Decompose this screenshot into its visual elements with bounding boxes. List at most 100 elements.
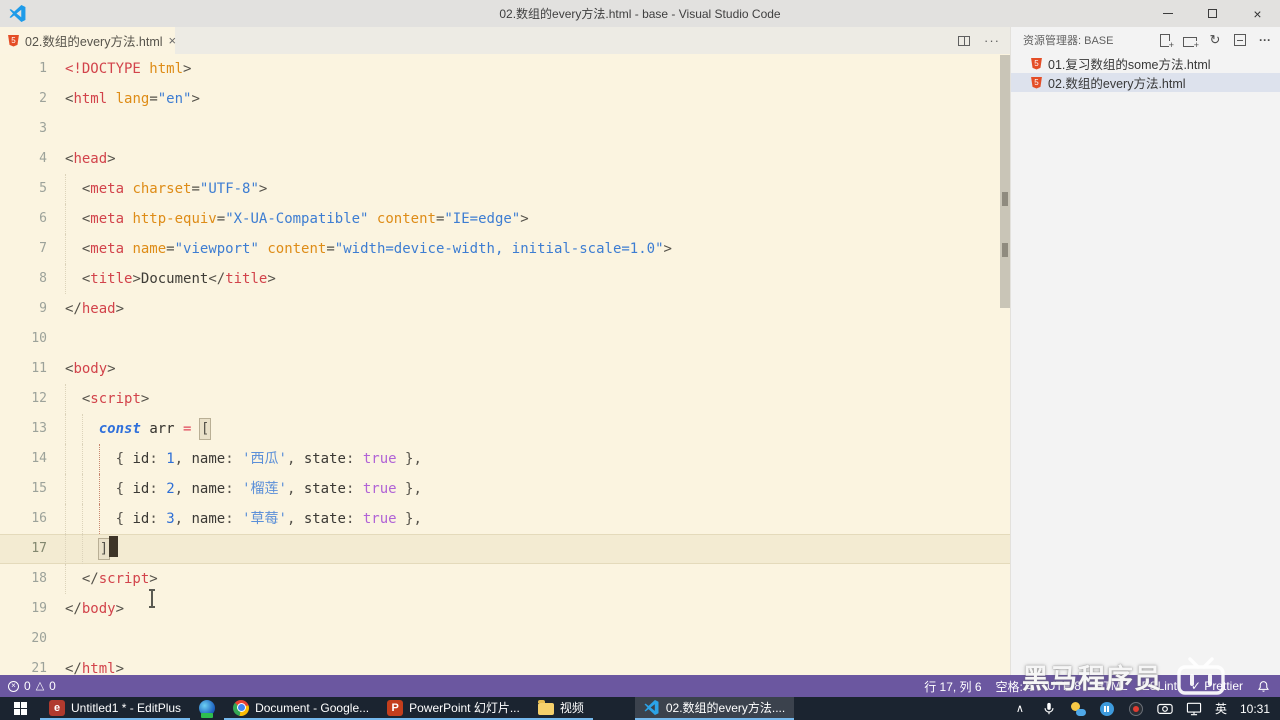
code-line[interactable]: 16 { id: 3, name: '草莓', state: true }, <box>0 504 1010 534</box>
token-pln <box>234 451 242 467</box>
code-line[interactable]: 7 <meta name="viewport" content="width=d… <box>0 234 1010 264</box>
taskbar-edge-button[interactable] <box>190 697 224 720</box>
line-number[interactable]: 3 <box>0 114 54 144</box>
editor-more-actions-icon[interactable]: ··· <box>984 34 1000 47</box>
taskbar-folder-button[interactable]: 视频 <box>528 697 593 720</box>
close-window-button[interactable]: × <box>1235 0 1280 27</box>
line-number[interactable]: 14 <box>0 444 54 474</box>
code-line[interactable]: 11 <body> <box>0 354 1010 384</box>
line-number[interactable]: 12 <box>0 384 54 414</box>
code-line[interactable]: 20 <box>0 624 1010 654</box>
line-number[interactable]: 13 <box>0 414 54 444</box>
line-number[interactable]: 17 <box>0 534 54 564</box>
status-cursor-position[interactable]: 行 17, 列 6 <box>924 678 981 695</box>
token-pun: > <box>140 391 150 407</box>
code-text: </script> <box>54 564 1010 594</box>
minimize-button[interactable] <box>1145 0 1190 27</box>
tab-close-icon[interactable]: × <box>169 33 177 48</box>
code-line[interactable]: 10 <box>0 324 1010 354</box>
line-number[interactable]: 10 <box>0 324 54 354</box>
status-indentation[interactable]: 空格: 4 <box>996 678 1033 695</box>
line-number[interactable]: 9 <box>0 294 54 324</box>
new-folder-icon[interactable] <box>1183 33 1200 50</box>
code-editor[interactable]: 1 <!DOCTYPE html> 2 <html lang="en"> 3 4 <head… <box>0 54 1010 675</box>
scrollbar-thumb[interactable] <box>1000 55 1010 308</box>
code-line[interactable]: 13 const arr = [ <box>0 414 1010 444</box>
tray-chevron-up-icon[interactable]: ∧ <box>1012 701 1028 717</box>
line-number[interactable]: 16 <box>0 504 54 534</box>
taskbar-powerpoint-button[interactable]: P PowerPoint 幻灯片... <box>378 697 529 720</box>
line-number[interactable]: 2 <box>0 84 54 114</box>
token-pun: > <box>191 91 200 107</box>
more-actions-icon[interactable] <box>1258 33 1272 47</box>
line-number[interactable]: 11 <box>0 354 54 384</box>
refresh-icon[interactable] <box>1208 33 1222 47</box>
line-number[interactable]: 19 <box>0 594 54 624</box>
tray-weather-icon[interactable] <box>1070 701 1086 717</box>
tray-record-icon[interactable] <box>1128 701 1144 717</box>
line-number[interactable]: 21 <box>0 654 54 675</box>
token-tag: body <box>81 601 116 617</box>
code-line[interactable]: 6 <meta http-equiv="X-UA-Compatible" con… <box>0 204 1010 234</box>
tray-pause-icon[interactable] <box>1099 701 1115 717</box>
warnings-icon[interactable]: △ <box>36 680 44 692</box>
start-button[interactable] <box>0 697 40 720</box>
code-line[interactable]: 12 <script> <box>0 384 1010 414</box>
status-language-mode[interactable]: HTML <box>1095 679 1128 693</box>
status-encoding[interactable]: UTF-8 <box>1047 679 1081 693</box>
status-eslint[interactable]: ESLint <box>1142 679 1177 693</box>
text-cursor <box>109 536 119 557</box>
token-tag: meta <box>90 211 125 227</box>
tray-ime[interactable]: 英 <box>1215 700 1227 717</box>
notifications-bell-icon[interactable] <box>1257 680 1270 693</box>
status-prettier[interactable]: ✓ Prettier <box>1191 679 1243 693</box>
tray-recorder-icon[interactable] <box>1157 701 1173 717</box>
taskbar-editplus-button[interactable]: e Untitled1 * - EditPlus <box>40 697 191 720</box>
code-line[interactable]: 4 <head> <box>0 144 1010 174</box>
file-item[interactable]: 02.数组的every方法.html <box>1011 73 1280 92</box>
token-pun: > <box>663 241 672 257</box>
line-number[interactable]: 7 <box>0 234 54 264</box>
code-text: ] <box>54 534 1010 564</box>
code-line[interactable]: 21 </html> <box>0 654 1010 675</box>
code-line[interactable]: 1 <!DOCTYPE html> <box>0 54 1010 84</box>
code-line[interactable]: 14 { id: 1, name: '西瓜', state: true }, <box>0 444 1010 474</box>
editor-scrollbar[interactable] <box>1000 54 1010 675</box>
tray-monitor-icon[interactable] <box>1186 701 1202 717</box>
token-pun: : <box>225 481 234 497</box>
code-line[interactable]: 17 ] <box>0 534 1010 564</box>
line-number[interactable]: 1 <box>0 54 54 84</box>
code-line[interactable]: 5 <meta charset="UTF-8"> <box>0 174 1010 204</box>
token-pln <box>183 481 191 497</box>
tray-clock[interactable]: 10:31 <box>1240 702 1270 716</box>
errors-icon[interactable]: × <box>8 680 19 692</box>
code-line[interactable]: 15 { id: 2, name: '榴莲', state: true }, <box>0 474 1010 504</box>
errors-count[interactable]: 0 <box>24 679 31 693</box>
line-number[interactable]: 4 <box>0 144 54 174</box>
token-pln <box>295 511 303 527</box>
new-file-icon[interactable] <box>1158 33 1175 50</box>
taskbar-chrome-button[interactable]: Document - Google... <box>224 697 379 720</box>
code-line[interactable]: 2 <html lang="en"> <box>0 84 1010 114</box>
line-number[interactable]: 6 <box>0 204 54 234</box>
indent-guide <box>65 504 66 534</box>
file-item[interactable]: 01.复习数组的some方法.html <box>1011 54 1280 73</box>
line-number[interactable]: 8 <box>0 264 54 294</box>
line-number[interactable]: 20 <box>0 624 54 654</box>
warnings-count[interactable]: 0 <box>49 679 56 693</box>
code-line[interactable]: 3 <box>0 114 1010 144</box>
maximize-button[interactable] <box>1190 0 1235 27</box>
line-number[interactable]: 15 <box>0 474 54 504</box>
line-number[interactable]: 18 <box>0 564 54 594</box>
html-file-icon <box>8 34 19 47</box>
collapse-all-icon[interactable] <box>1233 33 1247 47</box>
code-line[interactable]: 8 <title>Document</title> <box>0 264 1010 294</box>
tray-microphone-icon[interactable] <box>1041 701 1057 717</box>
code-line[interactable]: 9 </head> <box>0 294 1010 324</box>
token-key: name <box>191 481 226 497</box>
tab-active[interactable]: 02.数组的every方法.html × <box>0 27 177 54</box>
split-editor-icon[interactable] <box>958 35 970 46</box>
line-number[interactable]: 5 <box>0 174 54 204</box>
token-brkt: [ <box>199 419 211 439</box>
taskbar-vscode-button[interactable]: 02.数组的every方法.... <box>634 697 795 720</box>
